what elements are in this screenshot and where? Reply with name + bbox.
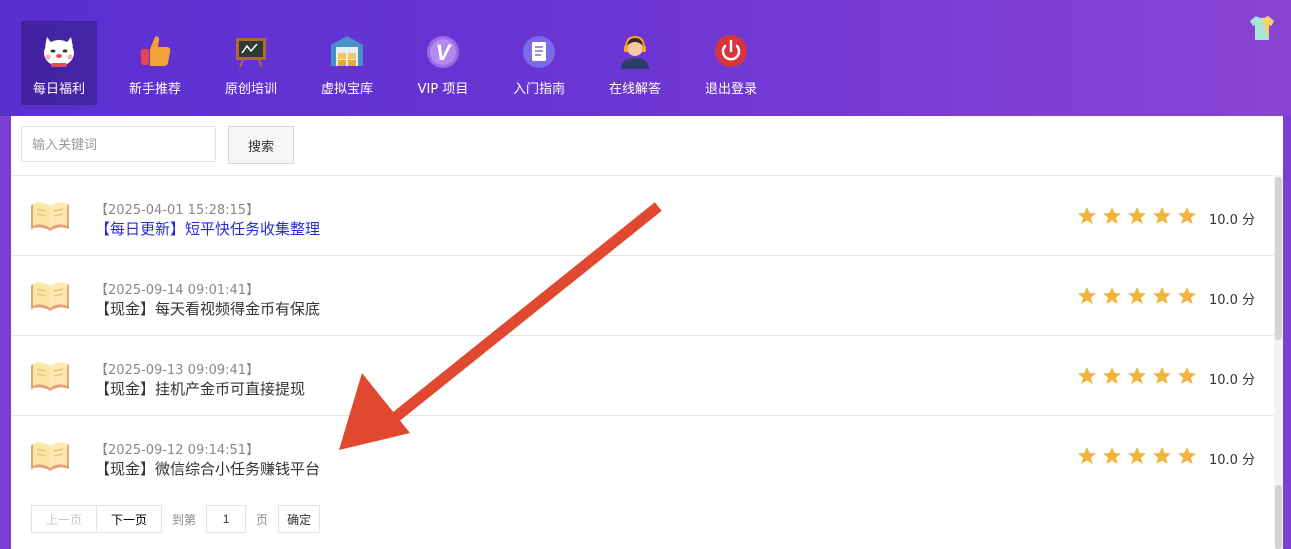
star-icon bbox=[1078, 207, 1096, 224]
open-book-icon bbox=[29, 439, 71, 477]
article-date: 【2025-09-12 09:14:51】 bbox=[95, 443, 260, 458]
lucky-cat-icon bbox=[39, 31, 79, 71]
star-icon bbox=[1178, 207, 1196, 224]
support-agent-icon bbox=[615, 31, 655, 71]
nav-item-label: 在线解答 bbox=[608, 82, 661, 97]
star-icon bbox=[1153, 447, 1171, 464]
content-panel: 搜索 【2025-04-01 15:28:15】 【每日更新】短平快任务收集整理 bbox=[11, 116, 1283, 549]
scrollbar-thumb-lower[interactable] bbox=[1275, 485, 1282, 549]
star-icon bbox=[1128, 287, 1146, 304]
star-icon bbox=[1103, 447, 1121, 464]
list-item[interactable]: 【2025-04-01 15:28:15】 【每日更新】短平快任务收集整理 10… bbox=[11, 175, 1274, 255]
star-icon bbox=[1178, 287, 1196, 304]
warehouse-icon bbox=[327, 31, 367, 71]
star-icon bbox=[1128, 207, 1146, 224]
rating-score: 10.0 分 bbox=[1209, 293, 1256, 308]
nav-item-online-help[interactable]: 在线解答 bbox=[597, 21, 673, 105]
rating-stars bbox=[1077, 366, 1197, 386]
rating-score: 10.0 分 bbox=[1209, 213, 1256, 228]
list-item[interactable]: 【2025-09-12 09:14:51】 【现金】微信综合小任务赚钱平台 10… bbox=[11, 415, 1274, 495]
svg-text:V: V bbox=[436, 40, 453, 65]
goto-confirm-button[interactable]: 确定 bbox=[278, 505, 321, 533]
nav-item-guide[interactable]: 入门指南 bbox=[501, 21, 577, 105]
power-icon bbox=[711, 31, 751, 71]
nav-item-label: 入门指南 bbox=[512, 82, 565, 97]
star-icon bbox=[1103, 287, 1121, 304]
nav-item-daily-welfare[interactable]: 每日福利 bbox=[21, 21, 97, 105]
star-icon bbox=[1178, 367, 1196, 384]
open-book-icon bbox=[29, 359, 71, 397]
nav-item-label: 退出登录 bbox=[704, 82, 757, 97]
search-button[interactable]: 搜索 bbox=[228, 126, 294, 164]
open-book-icon bbox=[29, 199, 71, 237]
scrollbar-thumb[interactable] bbox=[1275, 177, 1282, 340]
list-item[interactable]: 【2025-09-14 09:01:41】 【现金】每天看视频得金币有保底 10… bbox=[11, 255, 1274, 335]
pagination: 上一页 下一页 到第 页 确定 bbox=[31, 504, 321, 534]
document-icon bbox=[519, 31, 559, 71]
star-icon bbox=[1078, 367, 1096, 384]
nav-item-training[interactable]: 原创培训 bbox=[213, 21, 289, 105]
nav-item-label: VIP 项目 bbox=[417, 82, 469, 97]
article-title-link[interactable]: 【现金】微信综合小任务赚钱平台 bbox=[95, 458, 320, 479]
thumbs-up-icon bbox=[135, 31, 175, 71]
star-icon bbox=[1153, 367, 1171, 384]
open-book-icon bbox=[29, 279, 71, 317]
rating-score: 10.0 分 bbox=[1209, 373, 1256, 388]
article-title-link[interactable]: 【现金】挂机产金币可直接提现 bbox=[95, 378, 305, 399]
blackboard-icon bbox=[231, 31, 271, 71]
rating-stars bbox=[1077, 286, 1197, 306]
article-date: 【2025-04-01 15:28:15】 bbox=[95, 203, 260, 218]
nav-item-label: 每日福利 bbox=[32, 82, 85, 97]
rating-stars bbox=[1077, 206, 1197, 226]
star-icon bbox=[1103, 367, 1121, 384]
article-date: 【2025-09-13 09:09:41】 bbox=[95, 363, 260, 378]
star-icon bbox=[1178, 447, 1196, 464]
page-number-input[interactable] bbox=[206, 505, 247, 533]
vip-badge-icon: V bbox=[423, 31, 463, 71]
star-icon bbox=[1128, 367, 1146, 384]
goto-prefix-label: 到第 bbox=[172, 512, 197, 527]
rating-stars bbox=[1077, 446, 1197, 466]
star-icon bbox=[1153, 207, 1171, 224]
search-input[interactable] bbox=[21, 126, 216, 162]
star-icon bbox=[1153, 287, 1171, 304]
star-icon bbox=[1078, 447, 1096, 464]
article-date: 【2025-09-14 09:01:41】 bbox=[95, 283, 260, 298]
star-icon bbox=[1078, 287, 1096, 304]
star-icon bbox=[1128, 447, 1146, 464]
nav-item-label: 虚拟宝库 bbox=[320, 82, 373, 97]
rating-score: 10.0 分 bbox=[1209, 453, 1256, 468]
nav-item-vip[interactable]: V VIP 项目 bbox=[405, 21, 481, 105]
nav-item-virtual-store[interactable]: 虚拟宝库 bbox=[309, 21, 385, 105]
article-title-link[interactable]: 【每日更新】短平快任务收集整理 bbox=[95, 218, 320, 239]
star-icon bbox=[1103, 207, 1121, 224]
top-nav: 每日福利 新手推荐 原创培训 虚拟宝库 V VIP 项目 入门指南 在线解答 退… bbox=[0, 0, 1291, 116]
nav-item-newbie[interactable]: 新手推荐 bbox=[117, 21, 193, 105]
goto-suffix-label: 页 bbox=[256, 512, 269, 527]
nav-item-logout[interactable]: 退出登录 bbox=[693, 21, 769, 105]
article-title-link[interactable]: 【现金】每天看视频得金币有保底 bbox=[95, 298, 320, 319]
theme-shirt-icon[interactable] bbox=[1247, 14, 1277, 46]
list-item[interactable]: 【2025-09-13 09:09:41】 【现金】挂机产金币可直接提现 10.… bbox=[11, 335, 1274, 415]
vertical-scrollbar[interactable] bbox=[1274, 175, 1283, 549]
nav-item-label: 新手推荐 bbox=[128, 82, 181, 97]
article-list: 【2025-04-01 15:28:15】 【每日更新】短平快任务收集整理 10… bbox=[11, 175, 1274, 495]
next-page-button[interactable]: 下一页 bbox=[97, 505, 163, 533]
prev-page-button[interactable]: 上一页 bbox=[31, 505, 98, 533]
nav-item-label: 原创培训 bbox=[224, 82, 277, 97]
